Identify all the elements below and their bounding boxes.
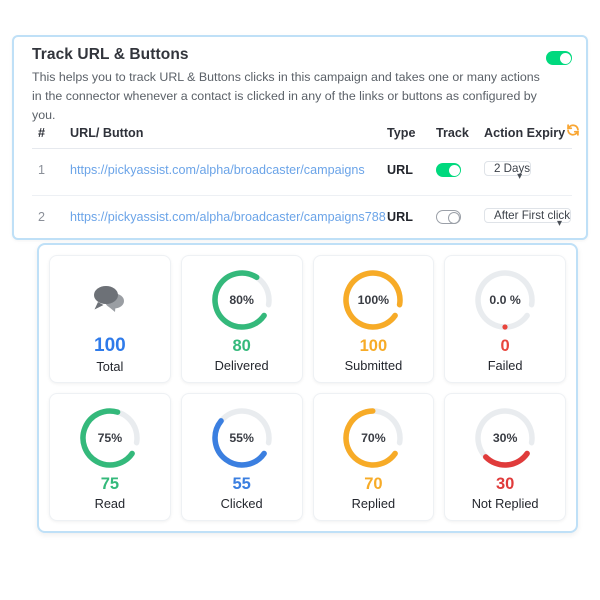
column-header-number: # <box>38 126 46 140</box>
stat-value: 75 <box>100 474 120 493</box>
stat-card-failed: 0.0 % 0 Failed <box>444 255 566 383</box>
url-link[interactable]: https://pickyassist.com/alpha/broadcaste… <box>70 210 386 224</box>
chevron-down-icon: ▾ <box>557 209 562 238</box>
stat-label: Read <box>94 495 126 511</box>
chat-bubbles-icon <box>76 264 144 332</box>
stat-label: Delivered <box>214 357 269 373</box>
donut-ring-delivered: 80% <box>208 266 276 334</box>
stat-label: Replied <box>351 495 396 511</box>
track-url-master-toggle[interactable] <box>546 51 572 65</box>
donut-ring-failed: 0.0 % <box>471 266 539 334</box>
stat-value: 55 <box>232 474 251 493</box>
row-number: 1 <box>38 163 46 177</box>
ring-percent-label: 80% <box>229 292 254 307</box>
stat-label: Not Replied <box>471 495 539 511</box>
ring-percent-label: 55% <box>229 430 254 445</box>
donut-ring-replied: 70% <box>339 404 407 472</box>
stat-label: Clicked <box>220 495 263 511</box>
stat-value: 0 <box>500 336 510 355</box>
stat-value: 30 <box>495 474 515 493</box>
ring-percent-label: 0.0 % <box>489 292 521 307</box>
track-toggle-row-1[interactable] <box>436 163 461 177</box>
stat-card-clicked: 55% 55 Clicked <box>180 393 303 521</box>
donut-ring-clicked: 55% <box>208 404 276 472</box>
ring-percent-label: 30% <box>492 430 518 445</box>
ring-percent-label: 75% <box>97 430 123 445</box>
row-type: URL <box>387 163 413 177</box>
action-expiry-value-row-1: 2 Days <box>494 162 531 175</box>
stat-card-read: 75% 75 Read <box>49 393 171 521</box>
chevron-down-icon: ▾ <box>517 162 522 192</box>
table-header-row: # URL/ Button Type Track Action Expiry <box>32 122 579 149</box>
table-row: 1 https://pickyassist.com/alpha/broadcas… <box>32 149 572 196</box>
stat-card-total: 100 Total <box>49 255 171 383</box>
table-row: 2 https://pickyassist.com/alpha/broadcas… <box>32 196 572 238</box>
stats-grid: 100 Total 80% 80 Delivered 100% 100 Submitted 0.… <box>49 255 566 521</box>
row-number: 2 <box>38 210 46 224</box>
ring-percent-label: 100% <box>357 292 390 307</box>
stat-card-replied: 70% 70 Replied <box>312 393 435 521</box>
stat-card-delivered: 80% 80 Delivered <box>180 255 303 383</box>
campaign-stats-panel: 100 Total 80% 80 Delivered 100% 100 Submitted 0.… <box>37 243 578 533</box>
stat-value: 70 <box>364 474 383 493</box>
track-url-table: # URL/ Button Type Track Action Expiry 1 <box>32 122 579 238</box>
column-header-track: Track <box>436 126 469 140</box>
column-header-type: Type <box>387 126 416 140</box>
stat-label: Submitted <box>344 357 403 373</box>
page-title: Track URL & Buttons <box>32 46 189 63</box>
donut-ring-read: 75% <box>76 404 144 472</box>
url-link[interactable]: https://pickyassist.com/alpha/broadcaste… <box>70 163 365 177</box>
row-type: URL <box>387 210 413 224</box>
stat-card-not-replied: 30% 30 Not Replied <box>444 393 566 521</box>
track-toggle-row-2[interactable] <box>436 210 461 224</box>
track-url-buttons-card: Track URL & Buttons This helps you to tr… <box>12 35 588 240</box>
stat-value: 100 <box>94 335 126 356</box>
stat-label: Failed <box>487 357 523 373</box>
stat-value: 80 <box>232 336 251 355</box>
donut-ring-not-replied: 30% <box>471 404 539 472</box>
column-header-url: URL/ Button <box>70 126 144 140</box>
ring-percent-label: 70% <box>361 430 386 445</box>
column-header-action-expiry: Action Expiry <box>484 126 566 140</box>
refresh-icon[interactable] <box>566 123 580 137</box>
donut-ring-submitted: 100% <box>339 266 407 334</box>
action-expiry-select-row-2[interactable]: After First click ▾ <box>484 202 572 238</box>
track-url-description: This helps you to track URL & Buttons cl… <box>32 70 540 122</box>
stat-value: 100 <box>359 336 388 355</box>
action-expiry-select-row-1[interactable]: 2 Days ▾ <box>484 155 532 192</box>
screen-root: Track URL & Buttons This helps you to tr… <box>0 0 600 600</box>
stat-label: Total <box>96 359 124 374</box>
stat-card-submitted: 100% 100 Submitted <box>312 255 435 383</box>
